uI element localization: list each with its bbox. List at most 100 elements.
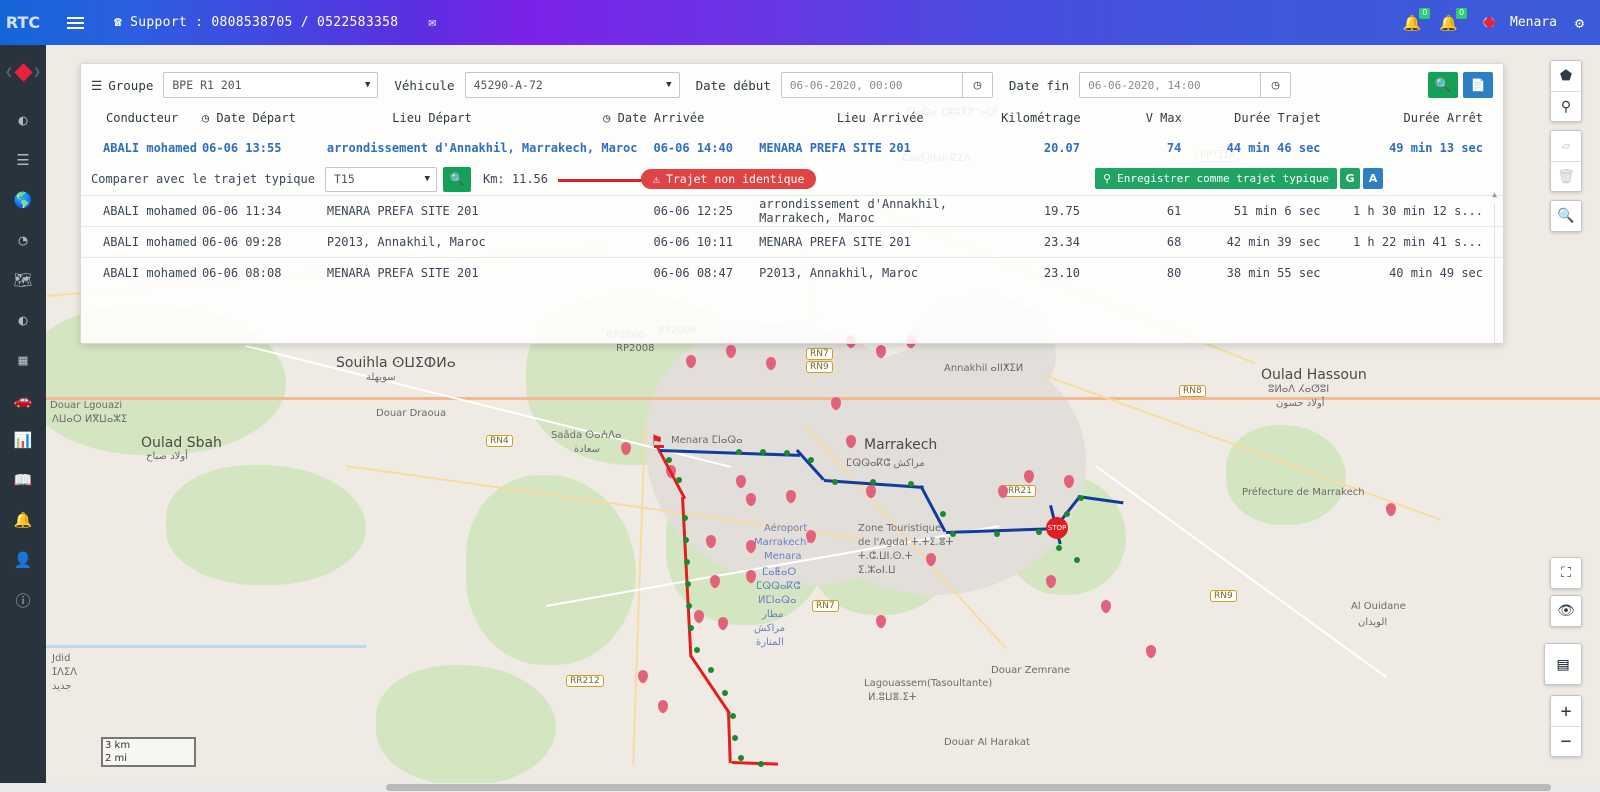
- table-scrollbar[interactable]: ▲ ▼: [1490, 190, 1499, 343]
- sidebar-item-globe[interactable]: 🌎: [0, 180, 46, 220]
- cell-conducteur: ABALI mohamed: [103, 204, 197, 218]
- sidebar-item-info[interactable]: ⓘ: [0, 580, 46, 620]
- cell-kilometrage: 23.10: [1043, 266, 1080, 280]
- col-duree-arret[interactable]: Durée Arrêt: [1349, 111, 1503, 125]
- table-row[interactable]: ABALI mohamed 06-06 09:28 P2013, Annakhi…: [81, 226, 1503, 257]
- notifications-bell-2[interactable]: 🔔 0: [1439, 7, 1467, 32]
- date-fin-label: Date fin: [1008, 77, 1070, 93]
- scroll-up-icon[interactable]: ▲: [1492, 190, 1497, 199]
- eye-slash-icon[interactable]: 👁: [1551, 596, 1581, 626]
- layers-icon[interactable]: ▤: [1545, 644, 1581, 684]
- cell-duree-arret: 1 h 30 min 12 s...: [1352, 204, 1483, 218]
- google-map-button[interactable]: G: [1340, 168, 1360, 189]
- cell-vmax: 80: [1166, 266, 1182, 280]
- cell-kilometrage: 20.07: [1043, 140, 1080, 155]
- user-menu[interactable]: ❮❯ Menara: [1476, 14, 1557, 32]
- compare-search-button[interactable]: 🔍: [442, 166, 471, 192]
- layers-group[interactable]: ▤: [1544, 643, 1582, 685]
- sidebar-item-vehicles[interactable]: 🚗: [0, 380, 46, 420]
- table-row[interactable]: ABALI mohamed 06-06 11:34 MENARA PREFA S…: [81, 195, 1503, 226]
- col-date-depart[interactable]: ◷ Date Départ: [202, 111, 327, 125]
- vehicule-select[interactable]: 45290-A-72 ▼: [464, 72, 680, 98]
- col-vmax[interactable]: V Max: [1117, 111, 1204, 125]
- gear-icon[interactable]: ⚙: [1575, 14, 1584, 32]
- save-actions: ⚲ Enregistrer comme trajet typique G A: [1095, 168, 1383, 189]
- zoom-out-button[interactable]: −: [1551, 726, 1581, 756]
- cell-lieu-depart: P2013, Annakhil, Maroc: [326, 235, 486, 249]
- cell-date-arrivee: 06-06 08:47: [653, 266, 733, 280]
- search-icon: 🔍: [449, 172, 465, 186]
- clock-icon: ◷: [201, 111, 210, 125]
- date-fin-input[interactable]: 06-06-2020, 14:00: [1079, 72, 1262, 98]
- page-horizontal-scrollbar[interactable]: [0, 783, 1600, 792]
- scale-bar: 3 km 2 mi: [101, 737, 196, 767]
- map-marker-icon[interactable]: ⚲: [1551, 91, 1581, 121]
- clock-icon[interactable]: ◷: [962, 72, 993, 98]
- sidebar-item-users[interactable]: 👤: [0, 540, 46, 580]
- clock-icon[interactable]: ◷: [1261, 72, 1292, 98]
- draw-tools-group[interactable]: ⬟ ⚲: [1550, 60, 1582, 122]
- stop-marker-icon: STOP: [1046, 517, 1068, 539]
- chevron-down-icon: ▼: [424, 174, 430, 184]
- fullscreen-icon[interactable]: ⛶: [1551, 558, 1581, 588]
- polygon-icon[interactable]: ⬟: [1551, 61, 1581, 91]
- col-kilometrage[interactable]: Kilométrage: [1000, 111, 1117, 125]
- trash-icon[interactable]: 🗑: [1551, 161, 1581, 191]
- search-icon[interactable]: 🔍: [1551, 201, 1581, 231]
- fullscreen-group[interactable]: ⛶: [1550, 557, 1582, 589]
- sidebar-item-grid[interactable]: ▦: [0, 340, 46, 380]
- col-date-arrivee[interactable]: ◷ Date Arrivée: [538, 111, 761, 125]
- cell-conducteur: ABALI mohamed: [103, 235, 197, 249]
- search-button[interactable]: 🔍: [1428, 72, 1458, 98]
- col-duree-trajet[interactable]: Durée Trajet: [1204, 111, 1349, 125]
- cell-conducteur: ABALI mohamed: [103, 266, 197, 280]
- edit-icon[interactable]: ▱: [1551, 131, 1581, 161]
- scrollbar-thumb[interactable]: [386, 784, 1551, 791]
- scale-mi: 2 mi: [101, 752, 196, 767]
- cell-lieu-arrivee: MENARA PREFA SITE 201: [759, 140, 911, 155]
- sidebar-item-reports[interactable]: ◔: [0, 220, 46, 260]
- table-row[interactable]: ABALI mohamed 06-06 13:55 arrondissement…: [81, 132, 1503, 163]
- zoom-in-button[interactable]: +: [1551, 696, 1581, 726]
- date-debut-input[interactable]: 06-06-2020, 00:00: [780, 72, 963, 98]
- col-lieu-arrivee[interactable]: Lieu Arrivée: [760, 111, 1000, 125]
- typical-route-select[interactable]: T15 ▼: [324, 166, 437, 192]
- list-icon: ☰: [91, 77, 103, 93]
- cell-date-depart: 06-06 08:08: [201, 266, 282, 280]
- cell-date-arrivee: 06-06 12:25: [653, 204, 733, 218]
- col-lieu-depart[interactable]: Lieu Départ: [327, 111, 538, 125]
- sidebar-item-dashboard[interactable]: ◐: [0, 100, 46, 140]
- alternate-map-button[interactable]: A: [1363, 168, 1383, 189]
- sidebar-item-statistics[interactable]: 📊: [0, 420, 46, 460]
- map-search-group[interactable]: 🔍: [1550, 200, 1582, 232]
- hamburger-icon[interactable]: [58, 16, 92, 29]
- visibility-group[interactable]: 👁: [1550, 595, 1582, 627]
- sidebar-item-speed[interactable]: ◐: [0, 300, 46, 340]
- cell-lieu-depart: MENARA PREFA SITE 201: [326, 266, 479, 280]
- sidebar-item-list[interactable]: ☰: [0, 140, 46, 180]
- cell-duree-trajet: 42 min 39 sec: [1226, 235, 1321, 249]
- app-logo[interactable]: RTC: [0, 0, 46, 45]
- sidebar-item-map[interactable]: 🗺: [0, 260, 46, 300]
- groupe-select[interactable]: BPE R1 201 ▼: [163, 72, 379, 98]
- sidebar-brand[interactable]: ❮ ❯: [0, 45, 46, 100]
- groupe-label: Groupe: [108, 77, 154, 93]
- envelope-icon[interactable]: ✉: [428, 15, 436, 30]
- user-name: Menara: [1510, 15, 1557, 30]
- sidebar-item-alerts[interactable]: 🔔: [0, 500, 46, 540]
- save-typical-route-button[interactable]: ⚲ Enregistrer comme trajet typique: [1095, 168, 1337, 189]
- cell-vmax: 68: [1166, 235, 1182, 249]
- cell-vmax: 61: [1166, 204, 1182, 218]
- export-button[interactable]: 📄: [1463, 72, 1493, 98]
- table-header-row: Conducteur ◷ Date Départ Lieu Départ ◷ D…: [81, 104, 1503, 132]
- edit-tools-group[interactable]: ▱ 🗑: [1550, 130, 1582, 192]
- brand-diamond-icon: ❮❯: [1476, 14, 1502, 32]
- sidebar-item-documents[interactable]: 📖: [0, 460, 46, 500]
- col-conducteur[interactable]: Conducteur: [81, 111, 202, 125]
- notifications-bell-1[interactable]: 🔔 0: [1403, 7, 1431, 32]
- cell-kilometrage: 23.34: [1043, 235, 1080, 249]
- scale-km: 3 km: [101, 737, 196, 752]
- table-row[interactable]: ABALI mohamed 06-06 08:08 MENARA PREFA S…: [81, 257, 1503, 288]
- date-debut-value: 06-06-2020, 00:00: [789, 78, 903, 92]
- zoom-group[interactable]: + −: [1550, 695, 1582, 757]
